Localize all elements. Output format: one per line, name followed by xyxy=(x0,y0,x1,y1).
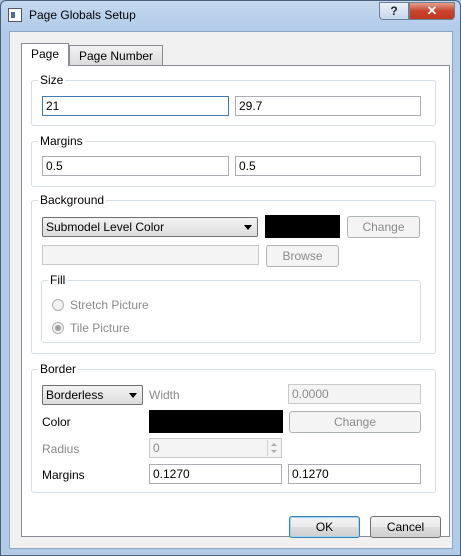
tab-page-panel: Size 21 29.7 Margins 0.5 0.5 Background … xyxy=(21,65,450,537)
border-width-input[interactable]: 0.0000 xyxy=(288,384,421,404)
spinner-arrows-icon[interactable] xyxy=(267,440,280,456)
border-width-label: Width xyxy=(149,388,180,402)
stretch-picture-label: Stretch Picture xyxy=(70,298,149,312)
fill-group-label: Fill xyxy=(48,273,68,287)
margin-left-input[interactable]: 0.5 xyxy=(42,156,229,176)
background-group-label: Background xyxy=(38,193,107,207)
stretch-picture-radio[interactable] xyxy=(52,299,64,311)
help-button[interactable]: ? xyxy=(379,2,409,20)
tab-page[interactable]: Page xyxy=(21,43,70,66)
chevron-down-icon xyxy=(244,225,252,230)
border-change-button[interactable]: Change xyxy=(289,411,421,433)
border-margins-label: Margins xyxy=(42,468,85,482)
border-color-label: Color xyxy=(42,415,71,429)
margins-group-label: Margins xyxy=(38,134,85,148)
border-color-swatch xyxy=(149,410,283,433)
close-button[interactable]: ✕ xyxy=(409,2,455,20)
border-group-label: Border xyxy=(38,362,79,376)
browse-button[interactable]: Browse xyxy=(266,245,339,267)
size-group-label: Size xyxy=(38,73,66,87)
app-icon xyxy=(8,8,22,22)
dialog-window: Page Globals Setup ? ✕ Page Page Number … xyxy=(0,0,461,556)
dialog-client: Page Page Number Size 21 29.7 Margins 0.… xyxy=(9,31,453,549)
background-picture-input[interactable] xyxy=(42,245,259,265)
cancel-button[interactable]: Cancel xyxy=(370,516,441,538)
border-type-value: Borderless xyxy=(46,388,104,402)
border-radius-label: Radius xyxy=(42,442,80,456)
border-radius-value: 0 xyxy=(153,441,160,455)
ok-button[interactable]: OK xyxy=(289,516,360,538)
border-type-select[interactable]: Borderless xyxy=(42,385,143,405)
tile-picture-radio[interactable] xyxy=(52,322,64,334)
chevron-down-icon xyxy=(129,393,137,398)
border-radius-spinbox[interactable]: 0 xyxy=(149,438,282,458)
tab-page-number[interactable]: Page Number xyxy=(69,45,164,66)
background-type-select[interactable]: Submodel Level Color xyxy=(42,217,258,237)
size-height-input[interactable]: 29.7 xyxy=(235,96,421,116)
size-width-input[interactable]: 21 xyxy=(42,96,229,116)
title-bar[interactable]: Page Globals Setup ? ✕ xyxy=(1,1,460,31)
margin-right-input[interactable]: 0.5 xyxy=(235,156,421,176)
background-color-swatch xyxy=(265,215,340,238)
tile-picture-label: Tile Picture xyxy=(70,321,130,335)
background-change-button[interactable]: Change xyxy=(347,216,420,238)
border-margin-left-input[interactable]: 0.1270 xyxy=(149,464,282,484)
border-margin-right-input[interactable]: 0.1270 xyxy=(288,464,421,484)
background-type-value: Submodel Level Color xyxy=(46,220,165,234)
window-title: Page Globals Setup xyxy=(29,8,136,22)
